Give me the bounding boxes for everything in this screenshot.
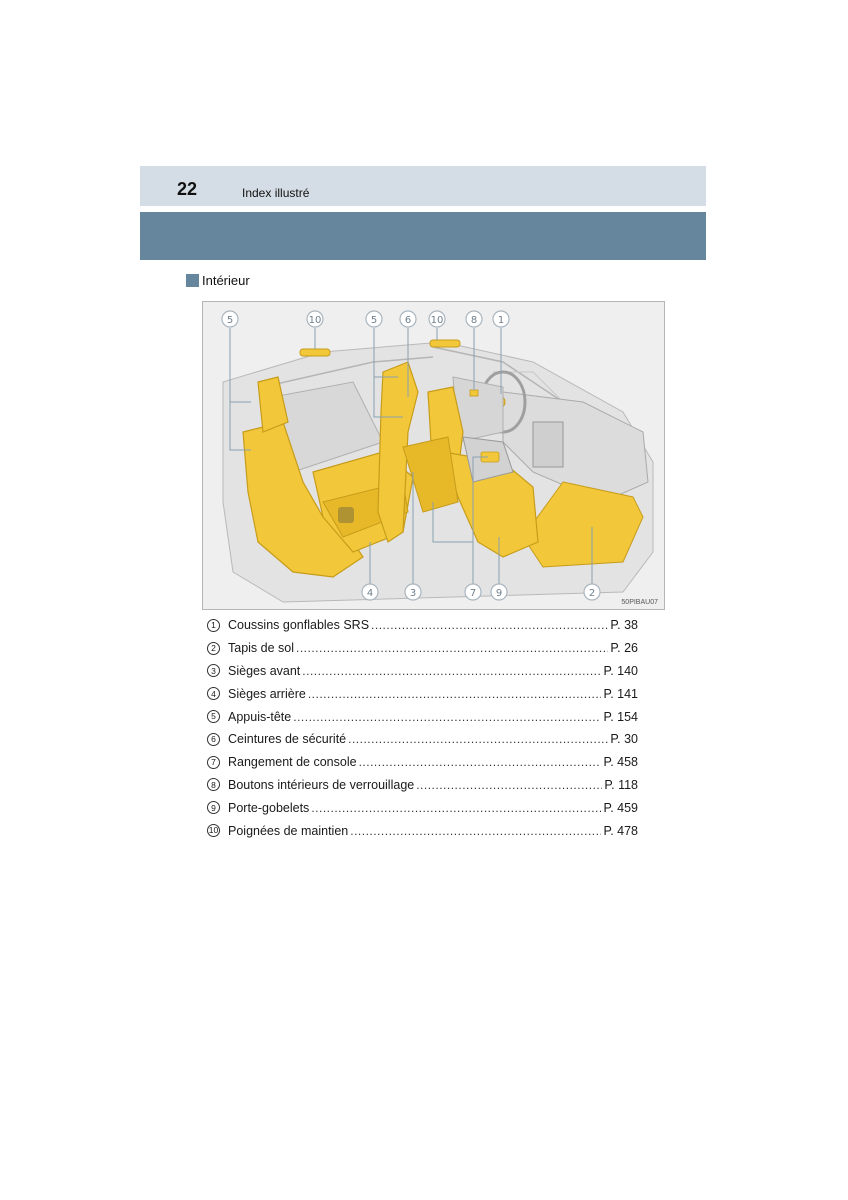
legend-number: 3 bbox=[207, 664, 220, 678]
interior-illustration: 5 10 5 6 10 8 1 4 3 7 9 2 50PIBAU07 bbox=[202, 301, 665, 610]
legend-label: Ceintures de sécurité bbox=[228, 732, 347, 747]
legend-label: Coussins gonflables SRS bbox=[228, 618, 370, 633]
legend-number: 6 bbox=[207, 732, 220, 746]
svg-text:7: 7 bbox=[470, 588, 476, 599]
dot-leader: ........................................… bbox=[416, 777, 602, 792]
legend-number: 1 bbox=[207, 618, 220, 632]
svg-text:2: 2 bbox=[589, 588, 595, 599]
svg-text:10: 10 bbox=[431, 315, 444, 326]
legend-label: Tapis de sol bbox=[228, 641, 295, 656]
car-interior-drawing: 5 10 5 6 10 8 1 4 3 7 9 2 bbox=[203, 302, 664, 609]
dot-leader: ........................................… bbox=[358, 755, 602, 770]
dot-leader: ........................................… bbox=[311, 800, 602, 815]
page-reference: P. 38 bbox=[610, 618, 638, 633]
page-reference: P. 458 bbox=[603, 755, 638, 770]
callout-4: 4 bbox=[361, 583, 379, 601]
callout-10-right: 10 bbox=[428, 310, 446, 328]
legend-label: Appuis-tête bbox=[228, 709, 292, 724]
legend-number: 7 bbox=[207, 755, 220, 769]
legend-label: Porte-gobelets bbox=[228, 800, 310, 815]
svg-text:5: 5 bbox=[227, 315, 233, 326]
callout-2: 2 bbox=[583, 583, 601, 601]
svg-text:1: 1 bbox=[498, 315, 504, 326]
legend-label: Rangement de console bbox=[228, 755, 357, 770]
legend-row: 8 Boutons intérieurs de verrouillage ...… bbox=[207, 774, 638, 797]
header-title: Index illustré bbox=[242, 186, 310, 200]
legend-row: 1 Coussins gonflables SRS ..............… bbox=[207, 614, 638, 637]
svg-text:6: 6 bbox=[405, 315, 411, 326]
section-marker bbox=[186, 273, 199, 287]
svg-text:10: 10 bbox=[309, 315, 322, 326]
callout-5-left: 5 bbox=[221, 310, 239, 328]
dot-leader: ........................................… bbox=[371, 618, 609, 633]
callout-7: 7 bbox=[464, 583, 482, 601]
callout-3: 3 bbox=[404, 583, 422, 601]
page-reference: P. 30 bbox=[610, 732, 638, 747]
page-reference: P. 26 bbox=[610, 641, 638, 656]
legend-row: 4 Sièges arrière .......................… bbox=[207, 682, 638, 705]
legend-label: Sièges arrière bbox=[228, 686, 306, 701]
svg-text:3: 3 bbox=[410, 588, 416, 599]
dot-leader: ........................................… bbox=[302, 663, 602, 678]
page-header: 22 Index illustré bbox=[140, 166, 706, 206]
legend-list: 1 Coussins gonflables SRS ..............… bbox=[207, 614, 638, 842]
callout-9: 9 bbox=[490, 583, 508, 601]
page-reference: P. 118 bbox=[604, 777, 638, 792]
legend-row: 7 Rangement de console .................… bbox=[207, 751, 638, 774]
legend-label: Sièges avant bbox=[228, 663, 301, 678]
svg-text:5: 5 bbox=[371, 315, 377, 326]
page-number: 22 bbox=[177, 179, 198, 199]
callout-5-center: 5 bbox=[365, 310, 383, 328]
dot-leader: ........................................… bbox=[293, 709, 601, 724]
svg-text:4: 4 bbox=[367, 588, 373, 599]
callout-8: 8 bbox=[465, 310, 483, 328]
legend-row: 2 Tapis de sol .........................… bbox=[207, 637, 638, 660]
dot-leader: ........................................… bbox=[350, 823, 601, 838]
page-reference: P. 140 bbox=[603, 663, 638, 678]
legend-number: 8 bbox=[207, 778, 220, 792]
legend-number: 5 bbox=[207, 710, 220, 724]
legend-label: Boutons intérieurs de verrouillage bbox=[228, 777, 415, 792]
dot-leader: ........................................… bbox=[307, 686, 602, 701]
legend-row: 9 Porte-gobelets .......................… bbox=[207, 796, 638, 819]
legend-number: 9 bbox=[207, 801, 220, 815]
svg-text:9: 9 bbox=[496, 588, 502, 599]
figure-code: 50PIBAU07 bbox=[621, 599, 658, 606]
page-reference: P. 478 bbox=[603, 823, 638, 838]
legend-row: 3 Sièges avant .........................… bbox=[207, 660, 638, 683]
chapter-band bbox=[140, 212, 706, 260]
page-reference: P. 141 bbox=[603, 686, 638, 701]
legend-row: 5 Appuis-tête ..........................… bbox=[207, 705, 638, 728]
legend-row: 6 Ceintures de sécurité ................… bbox=[207, 728, 638, 751]
dot-leader: ........................................… bbox=[296, 641, 609, 656]
svg-text:8: 8 bbox=[471, 315, 477, 326]
legend-row: 10 Poignées de maintien ................… bbox=[207, 819, 638, 842]
legend-number: 2 bbox=[207, 641, 220, 655]
legend-label: Poignées de maintien bbox=[228, 823, 349, 838]
callout-1: 1 bbox=[492, 310, 510, 328]
page-reference: P. 154 bbox=[603, 709, 638, 724]
legend-number: 10 bbox=[207, 824, 220, 838]
callout-10-left: 10 bbox=[306, 310, 324, 328]
section-title: Intérieur bbox=[202, 272, 250, 288]
callout-6: 6 bbox=[399, 310, 417, 328]
page-reference: P. 459 bbox=[603, 800, 638, 815]
dot-leader: ........................................… bbox=[348, 732, 609, 747]
section-heading: Intérieur bbox=[186, 272, 250, 288]
legend-number: 4 bbox=[207, 687, 220, 701]
